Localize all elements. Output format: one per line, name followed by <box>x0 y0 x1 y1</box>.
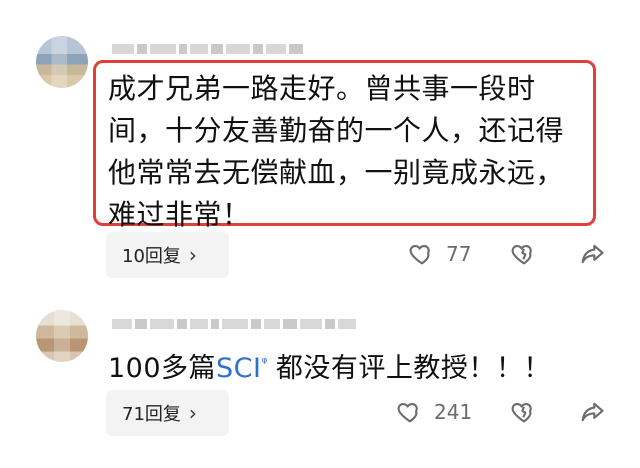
dislike-button[interactable] <box>510 240 538 268</box>
broken-heart-icon <box>510 398 538 426</box>
share-button[interactable] <box>578 398 606 426</box>
broken-heart-icon <box>510 240 538 268</box>
like-button[interactable]: 241 <box>396 398 472 426</box>
comment-text: 100多篇SCIᵠ 都没有评上教授！！！ <box>108 342 608 390</box>
search-icon[interactable]: ᵠ <box>262 355 268 371</box>
chevron-right-icon: › <box>188 243 197 267</box>
username-redacted[interactable] <box>112 319 356 329</box>
username-redacted[interactable] <box>112 44 303 54</box>
share-arrow-icon <box>578 240 606 268</box>
sci-link[interactable]: SCI <box>216 353 261 384</box>
like-count: 77 <box>446 242 472 266</box>
comment-text-prefix: 100多篇 <box>108 353 217 384</box>
dislike-button[interactable] <box>510 398 538 426</box>
chevron-right-icon: › <box>188 401 197 425</box>
replies-button[interactable]: 71回复 › <box>106 390 229 436</box>
like-count: 241 <box>434 400 473 424</box>
reply-count-label: 10回复 <box>122 246 181 267</box>
like-button[interactable]: 77 <box>408 240 471 268</box>
reply-count-label: 71回复 <box>122 404 181 425</box>
avatar[interactable] <box>36 36 88 88</box>
share-button[interactable] <box>578 240 606 268</box>
heart-icon <box>408 240 436 268</box>
avatar[interactable] <box>36 310 88 362</box>
comment-text-suffix: 都没有评上教授！！！ <box>275 353 551 384</box>
comment-text: 成才兄弟一路走好。曾共事一段时间，十分友善勤奋的一个人，还记得他常常去无偿献血，… <box>108 72 565 231</box>
share-arrow-icon <box>578 398 606 426</box>
replies-button[interactable]: 10回复 › <box>106 232 229 278</box>
heart-icon <box>396 398 424 426</box>
